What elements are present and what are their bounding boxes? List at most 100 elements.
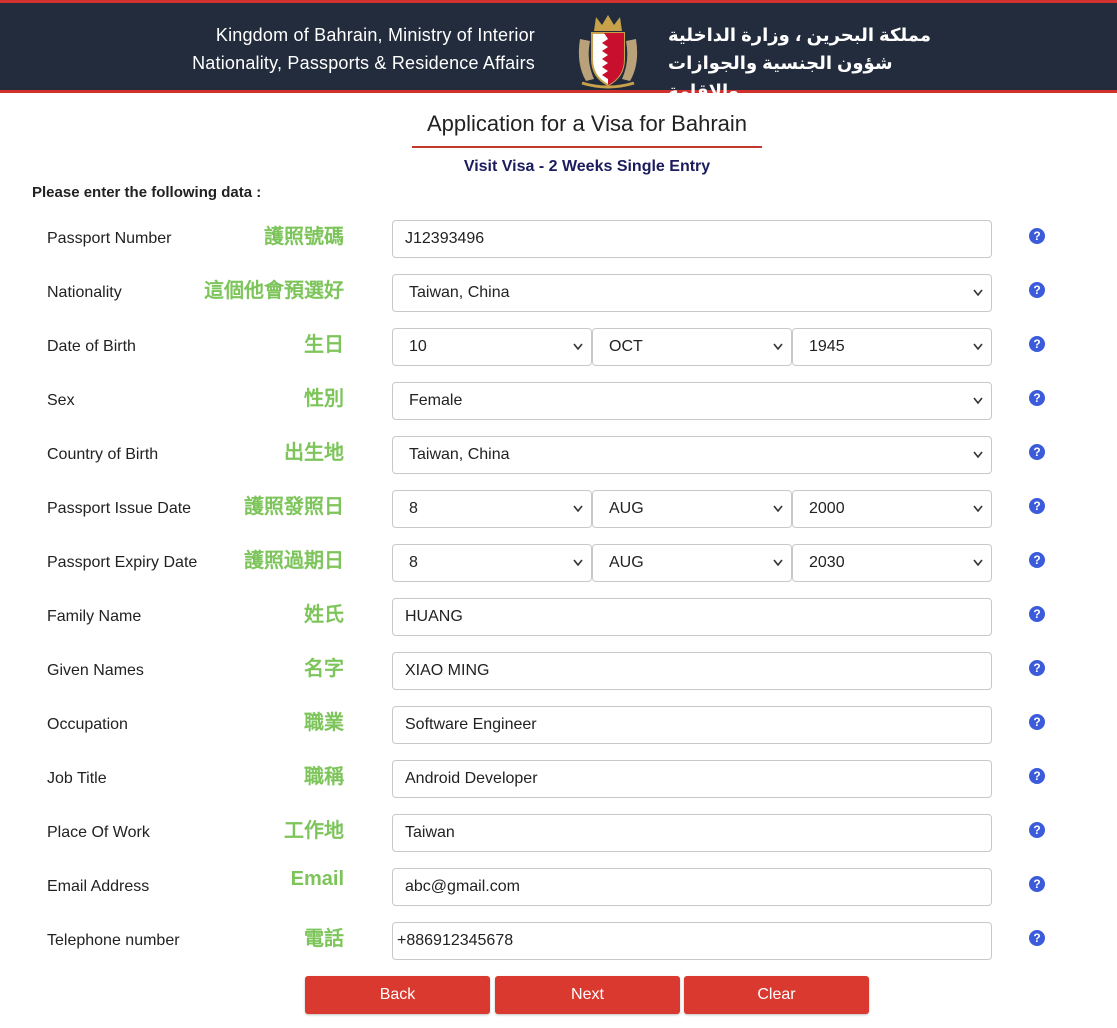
form-row-occupation: Occupation 職業 Software Engineer ? <box>0 706 1117 746</box>
form-row-nationality: Nationality 這個他會預選好 Taiwan, China ? <box>0 274 1117 314</box>
telephone-input[interactable]: +886912345678 <box>392 922 992 960</box>
help-icon[interactable]: ? <box>1029 390 1045 406</box>
chevron-down-icon <box>573 505 583 513</box>
expiry-day-select[interactable]: 8 <box>392 544 592 582</box>
help-icon[interactable]: ? <box>1029 444 1045 460</box>
header-line1-en: Kingdom of Bahrain, Ministry of Interior <box>215 25 535 45</box>
field-annotation: 工作地 <box>284 820 344 842</box>
help-icon[interactable]: ? <box>1029 768 1045 784</box>
expiry-month-select[interactable]: AUG <box>592 544 792 582</box>
form-row-given-names: Given Names 名字 XIAO MING ? <box>0 652 1117 692</box>
help-icon[interactable]: ? <box>1029 660 1045 676</box>
help-icon[interactable]: ? <box>1029 228 1045 244</box>
occupation-input[interactable]: Software Engineer <box>392 706 992 744</box>
header-line1-ar: مملكة البحرين ، وزارة الداخلية <box>668 25 931 45</box>
field-annotation: 出生地 <box>284 442 344 464</box>
select-value: 2030 <box>809 554 845 571</box>
form-row-passport-number: Passport Number 護照號碼 J12393496 ? <box>0 220 1117 260</box>
issue-month-select[interactable]: AUG <box>592 490 792 528</box>
help-icon[interactable]: ? <box>1029 714 1045 730</box>
field-label: Family Name <box>47 608 142 625</box>
issue-day-select[interactable]: 8 <box>392 490 592 528</box>
select-value: Female <box>409 392 463 409</box>
page-title: Application for a Visa for Bahrain <box>412 108 762 148</box>
help-icon[interactable]: ? <box>1029 498 1045 514</box>
bahrain-emblem-icon <box>578 15 638 89</box>
chevron-down-icon <box>973 289 983 297</box>
field-label: Passport Expiry Date <box>47 554 198 571</box>
help-icon[interactable]: ? <box>1029 822 1045 838</box>
select-value: 10 <box>409 338 427 355</box>
place-of-work-input[interactable]: Taiwan <box>392 814 992 852</box>
help-icon[interactable]: ? <box>1029 606 1045 622</box>
chevron-down-icon <box>573 343 583 351</box>
issue-year-select[interactable]: 2000 <box>792 490 992 528</box>
job-title-input[interactable]: Android Developer <box>392 760 992 798</box>
help-icon[interactable]: ? <box>1029 282 1045 298</box>
chevron-down-icon <box>973 343 983 351</box>
birth-month-select[interactable]: OCT <box>592 328 792 366</box>
help-icon[interactable]: ? <box>1029 876 1045 892</box>
sex-select[interactable]: Female <box>392 382 992 420</box>
field-label: Email Address <box>47 878 150 895</box>
chevron-down-icon <box>573 559 583 567</box>
clear-button[interactable]: Clear <box>684 976 869 1014</box>
field-annotation: 護照過期日 <box>244 550 344 572</box>
back-button[interactable]: Back <box>305 976 490 1014</box>
field-annotation: 姓氏 <box>304 604 344 626</box>
country-of-birth-select[interactable]: Taiwan, China <box>392 436 992 474</box>
chevron-down-icon <box>973 559 983 567</box>
form-row-country-of-birth: Country of Birth 出生地 Taiwan, China ? <box>0 436 1117 476</box>
expiry-year-select[interactable]: 2030 <box>792 544 992 582</box>
chevron-down-icon <box>773 559 783 567</box>
field-label: Nationality <box>47 284 122 301</box>
header-arabic: مملكة البحرين ، وزارة الداخلية شؤون الجن… <box>668 21 940 105</box>
select-value: OCT <box>609 338 643 355</box>
select-value: AUG <box>609 554 644 571</box>
select-value: Taiwan, China <box>409 284 510 301</box>
given-names-input[interactable]: XIAO MING <box>392 652 992 690</box>
field-label: Country of Birth <box>47 446 159 463</box>
birth-day-select[interactable]: 10 <box>392 328 592 366</box>
select-value: Taiwan, China <box>409 446 510 463</box>
select-value: 8 <box>409 500 418 517</box>
family-name-input[interactable]: HUANG <box>392 598 992 636</box>
field-label: Given Names <box>47 662 144 679</box>
field-label: Place Of Work <box>47 824 150 841</box>
field-label: Occupation <box>47 716 128 733</box>
form-row-sex: Sex 性別 Female ? <box>0 382 1117 422</box>
chevron-down-icon <box>773 505 783 513</box>
form-row-passport-issue-date: Passport Issue Date 護照發照日 8 AUG 2000 ? <box>0 490 1117 530</box>
form-row-place-of-work: Place Of Work 工作地 Taiwan ? <box>0 814 1117 854</box>
field-annotation: Email <box>290 868 344 890</box>
field-annotation: 性別 <box>304 388 344 410</box>
field-label: Sex <box>47 392 75 409</box>
header-english: Kingdom of Bahrain, Ministry of Interior… <box>192 21 535 77</box>
nationality-select[interactable]: Taiwan, China <box>392 274 992 312</box>
select-value: AUG <box>609 500 644 517</box>
birth-year-select[interactable]: 1945 <box>792 328 992 366</box>
field-annotation: 生日 <box>304 334 344 356</box>
passport-number-input[interactable]: J12393496 <box>392 220 992 258</box>
header-line2-ar: شؤون الجنسية والجوازات والإقامة <box>668 53 893 101</box>
form-row-email-address: Email Address Email abc@gmail.com ? <box>0 868 1117 908</box>
next-button[interactable]: Next <box>495 976 680 1014</box>
field-annotation: 護照發照日 <box>244 496 344 518</box>
field-annotation: 職稱 <box>304 766 344 788</box>
help-icon[interactable]: ? <box>1029 930 1045 946</box>
form-row-telephone-number: Telephone number 電話 +886912345678 ? <box>0 922 1117 962</box>
field-annotation: 職業 <box>304 712 344 734</box>
help-icon[interactable]: ? <box>1029 336 1045 352</box>
form-row-family-name: Family Name 姓氏 HUANG ? <box>0 598 1117 638</box>
field-label: Date of Birth <box>47 338 136 355</box>
chevron-down-icon <box>773 343 783 351</box>
field-annotation: 電話 <box>304 928 344 950</box>
field-annotation: 這個他會預選好 <box>204 280 344 302</box>
chevron-down-icon <box>973 451 983 459</box>
select-value: 2000 <box>809 500 845 517</box>
field-label: Passport Number <box>47 230 172 247</box>
select-value: 1945 <box>809 338 845 355</box>
chevron-down-icon <box>973 397 983 405</box>
email-input[interactable]: abc@gmail.com <box>392 868 992 906</box>
help-icon[interactable]: ? <box>1029 552 1045 568</box>
